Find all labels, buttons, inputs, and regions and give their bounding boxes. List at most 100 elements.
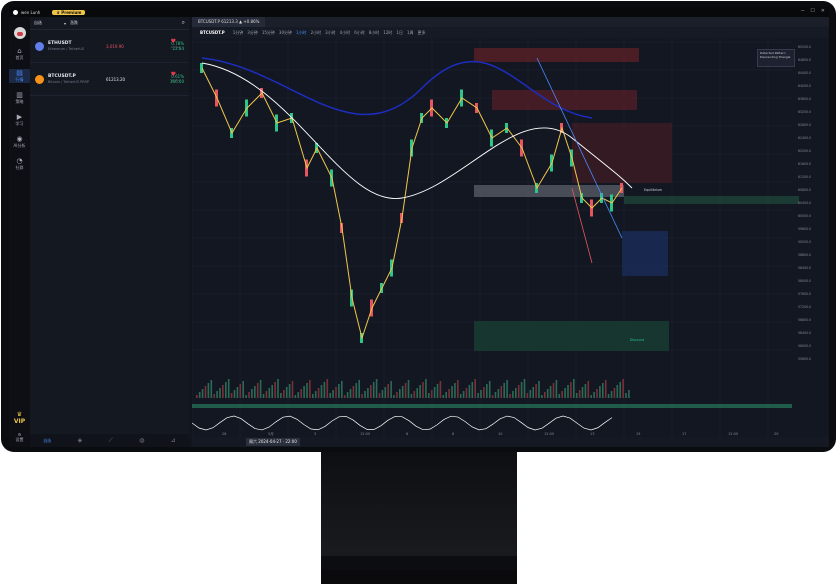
volume-bar (323, 382, 326, 398)
favorite-heart-icon[interactable]: ♥ proven (171, 71, 181, 82)
vip-badge[interactable]: ♛ VIP (9, 411, 30, 425)
interval-15m[interactable]: 15分钟 (262, 30, 275, 36)
tab-watchlist[interactable]: 自选 (43, 438, 51, 444)
volume-bar (506, 380, 508, 398)
interval-30m[interactable]: 30分钟 (279, 30, 292, 36)
time-tick-label: 20 (774, 432, 778, 436)
time-tick-label: 28 (222, 432, 226, 436)
volume-bar (390, 381, 392, 398)
close-icon[interactable]: ✕ (821, 8, 825, 14)
interval-1d[interactable]: 1日 (396, 30, 403, 36)
volume-bar (277, 379, 279, 398)
volume-bar (268, 388, 271, 398)
premium-badge[interactable]: ♛ Premium (52, 9, 86, 15)
volume-bar (599, 386, 601, 398)
row-price: 3,019.90 (106, 43, 124, 49)
legend-item: Descending Triangle (760, 55, 791, 59)
volume-bar (483, 387, 485, 398)
interval-12h[interactable]: 12时 (383, 30, 392, 36)
sort-label[interactable]: 涨跌 (70, 20, 78, 26)
user-avatar[interactable] (13, 27, 26, 39)
chart-tab[interactable]: BTCUSDT.P 61213.3 ▲ +0.86% (192, 17, 266, 27)
search-icon[interactable]: ⌕ (182, 19, 185, 27)
volume-bar (294, 395, 297, 398)
volume-bar (346, 392, 349, 398)
price-tick-label: 64400.0 (798, 71, 811, 75)
interval-3m[interactable]: 3分钟 (247, 30, 258, 36)
price-tick-label: 59200.0 (798, 240, 811, 244)
minimize-icon[interactable]: ─ (801, 8, 804, 14)
chevron-down-icon[interactable]: ▾ (64, 21, 66, 26)
volume-bar (381, 390, 384, 398)
globe-icon[interactable]: ◍ (139, 437, 144, 444)
nav-item-strategy[interactable]: ▥ 策略 (9, 91, 30, 105)
oscillator-line (192, 415, 613, 431)
watchlist-row[interactable]: BTCUSDT.P Bitcoin / TetherUS PERP 61213.2… (30, 63, 189, 96)
volume-bar (500, 386, 503, 398)
price-tick-label: 58800.0 (798, 253, 811, 257)
volume-bar (283, 390, 285, 398)
volume-bar (474, 379, 476, 398)
volume-bar (233, 390, 236, 398)
volume-bar (584, 384, 587, 398)
volume-bar (216, 391, 218, 398)
volume-bar (602, 383, 604, 398)
nav-item-market[interactable]: ▤ 行情 (9, 69, 30, 83)
symbol-label[interactable]: BTCUSDT.P (200, 30, 225, 35)
volume-bar (428, 393, 430, 398)
volume-bar (561, 391, 563, 398)
nav-item-home[interactable]: ⌂ 首页 (9, 47, 30, 61)
interval-2h[interactable]: 2小时 (311, 30, 322, 36)
interval-more[interactable]: 更多 (417, 30, 425, 36)
volume-bar (607, 394, 610, 398)
volume-bar (262, 394, 265, 398)
volume-bar (358, 380, 360, 398)
volume-bar (309, 380, 311, 398)
volume-bar (355, 383, 358, 398)
volume-bar (341, 381, 343, 398)
settings-button[interactable]: ⚙ 设置 (9, 432, 30, 443)
nav-item-ai[interactable]: ◉ AI分析 (9, 135, 30, 149)
volume-bar (468, 385, 471, 398)
supply-zone (492, 90, 637, 110)
volume-bar (407, 380, 410, 398)
title-bar: wen Lunh ♛ Premium ─ ☐ ✕ (9, 7, 829, 17)
volume-bar (413, 391, 416, 398)
time-tick-label: 15 (636, 432, 640, 436)
group-selector[interactable]: 自选 (34, 20, 42, 26)
favorite-heart-icon[interactable]: ♥ proven (171, 38, 181, 49)
volume-bar (306, 383, 308, 398)
trend-icon[interactable]: ⟋ (109, 437, 113, 445)
interval-6h[interactable]: 6小时 (354, 30, 365, 36)
watchlist-row[interactable]: ETHUSDT Ethereum / TetherUS 3,019.90 0.78… (30, 30, 189, 63)
interval-1m[interactable]: 1分钟 (233, 30, 244, 36)
interval-3h[interactable]: 3小时 (325, 30, 336, 36)
volume-bar (370, 385, 372, 398)
volume-bar (593, 392, 595, 398)
layers-icon[interactable]: ◈ (78, 437, 83, 444)
price-chart[interactable]: 65200.0 64800.0 64400.0 64000.0 63600.0 63200… (192, 38, 829, 437)
volume-bar (422, 382, 424, 398)
interval-1w[interactable]: 1周 (407, 30, 414, 36)
volume-bar (375, 379, 378, 398)
nav-item-learn[interactable]: ▶ 学习 (9, 113, 30, 127)
time-axis: 周六 2024-04-27 · 22:00 (192, 437, 829, 447)
row-symbol: BTCUSDT.P (48, 74, 76, 79)
price-tick-label: 57600.0 (798, 292, 811, 296)
maximize-icon[interactable]: ☐ (810, 8, 814, 14)
volume-bar (546, 389, 549, 398)
interval-8h[interactable]: 8小时 (369, 30, 380, 36)
volume-bar (317, 388, 320, 398)
interval-1h[interactable]: 1小时 (296, 30, 307, 36)
price-tick-label: 62000.0 (798, 149, 811, 153)
volume-bar (314, 391, 317, 398)
ruler-icon[interactable]: ⊿ (171, 437, 176, 444)
nav-item-community[interactable]: ◔ 社群 (9, 157, 30, 171)
volume-bar (573, 379, 575, 398)
price-tick-label: 62400.0 (798, 136, 811, 140)
time-tick-label: 5月 (268, 431, 274, 436)
volume-bar (517, 385, 520, 398)
interval-4h[interactable]: 4小时 (340, 30, 351, 36)
price-tick-label: 65200.0 (798, 45, 811, 49)
premium-label: Premium (61, 9, 82, 15)
